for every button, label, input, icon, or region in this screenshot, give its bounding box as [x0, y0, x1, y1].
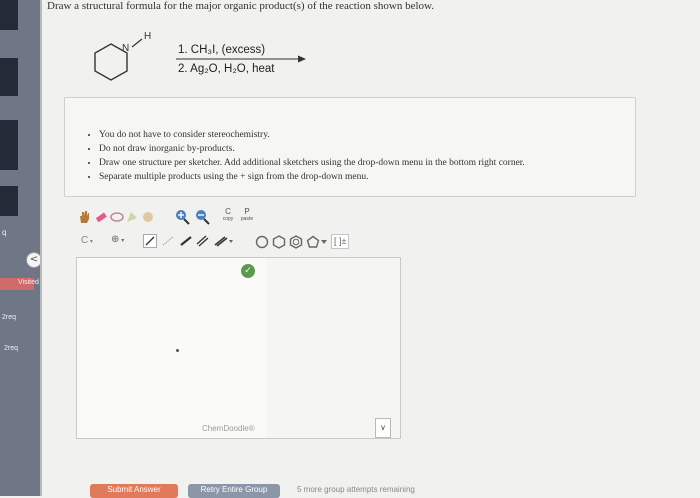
hydrogen-atom: H [144, 31, 151, 42]
left-sidebar: q Visited 2req 2req [0, 0, 40, 496]
sidebar-label-q: q [2, 228, 7, 237]
hand-icon[interactable] [77, 210, 91, 224]
select-icon[interactable] [125, 210, 139, 224]
wedge-bond-icon[interactable] [161, 235, 175, 247]
sketcher-canvas[interactable] [76, 257, 268, 439]
zoom-out-icon[interactable] [195, 209, 211, 225]
cyclopropane-icon[interactable] [255, 235, 269, 249]
chemdoodle-watermark: ChemDoodle® [202, 424, 255, 433]
paste-letter: P [244, 207, 250, 216]
check-icon: ✓ [241, 264, 255, 278]
copy-button[interactable]: C copy [220, 207, 236, 222]
move-icon[interactable] [141, 210, 155, 224]
instruction-item: Draw one structure per sketcher. Add add… [99, 156, 525, 170]
add-sketcher-dropdown[interactable]: ∨ [375, 418, 391, 438]
sidebar-block [0, 0, 18, 30]
instruction-item: Separate multiple products using the + s… [99, 170, 525, 184]
benzene-icon[interactable] [289, 235, 303, 249]
attempts-remaining-text: 5 more group attempts remaining [297, 485, 415, 494]
double-bond-icon[interactable] [195, 235, 209, 247]
piperidine-molecule: N H [94, 31, 151, 81]
bold-bond-icon[interactable] [179, 235, 193, 247]
single-bond-icon[interactable] [143, 234, 157, 248]
charge-selector[interactable]: ⊕ ▾ [111, 234, 124, 245]
sidebar-block [0, 120, 18, 170]
question-text: Draw a structural formula for the major … [47, 0, 435, 12]
element-selector[interactable]: C ▾ [81, 235, 93, 246]
canvas-cursor-dot [176, 349, 179, 352]
cyclopentane-icon[interactable] [306, 235, 320, 249]
bracket-tool[interactable]: [ ]± [331, 234, 350, 249]
cyclohexane-icon[interactable] [272, 235, 286, 249]
visited-badge[interactable]: Visited [0, 278, 39, 290]
nitrogen-atom: N [122, 43, 129, 54]
bond-selector-icon[interactable] [213, 235, 235, 247]
sidebar-req-2[interactable]: 2req [4, 345, 18, 352]
sketcher-toolbar: C copy P paste C ▾ ⊕ ▾ [ ]± [73, 207, 403, 255]
ring-selector-icon[interactable] [321, 239, 327, 245]
sidebar-block [0, 58, 18, 96]
instructions-list: You do not have to consider stereochemis… [65, 128, 525, 184]
sidebar-block [0, 186, 18, 216]
lasso-icon[interactable] [110, 210, 124, 224]
zoom-in-icon[interactable] [175, 209, 191, 225]
bracket-icon: [ ]± [334, 236, 347, 246]
sidebar-req-1[interactable]: 2req [2, 314, 16, 321]
divider [40, 0, 42, 496]
copy-letter: C [225, 207, 231, 216]
instruction-item: You do not have to consider stereochemis… [99, 128, 525, 142]
sketcher-canvas-extension[interactable] [266, 257, 401, 439]
paste-button[interactable]: P paste [239, 207, 255, 222]
visited-label: Visited [18, 279, 39, 286]
eraser-icon[interactable] [94, 210, 108, 224]
copy-label: copy [222, 216, 234, 222]
reagent-step-2: 2. Ag₂O, H₂O, heat [178, 63, 275, 75]
paste-label: paste [240, 216, 254, 222]
instruction-item: Do not draw inorganic by-products. [99, 142, 525, 156]
instructions-box: You do not have to consider stereochemis… [64, 97, 636, 197]
